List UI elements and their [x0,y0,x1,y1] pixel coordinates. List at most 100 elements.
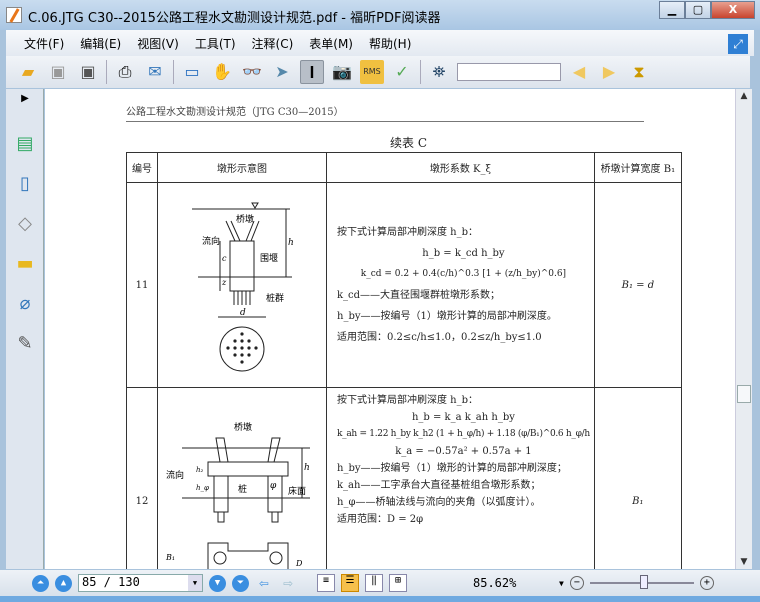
zoom-level[interactable]: 85.62% [473,576,553,590]
vertical-scrollbar[interactable]: ▲ ▼ [735,89,752,569]
zoom-slider-handle[interactable] [639,575,648,589]
zoom-out-icon[interactable]: − [569,576,584,590]
menu-file[interactable]: 文件(F) [24,35,64,52]
row-id: 11 [126,182,158,388]
signatures-icon[interactable]: ✎ [12,333,38,359]
facing-page-icon[interactable]: ‖ [365,574,383,592]
menu-tools[interactable]: 工具(T) [195,35,236,52]
pier-shape-table: 编号 墩形示意图 墩形系数 K_ξ 桥墩计算宽度 B₁ 11 桥墩 流向 围堰 … [126,152,682,569]
diagram-label: 桩 [238,483,247,495]
row-id: 12 [126,387,158,569]
forward-arrow-icon[interactable]: ⇨ [279,571,297,595]
sidebar-toggle-icon[interactable]: ▶ [12,93,38,119]
diagram-label: z [221,278,227,287]
col-header-coefficient: 墩形系数 K_ξ [326,152,595,183]
table-caption: 续表 C [390,136,427,150]
col-header-id: 编号 [126,152,158,183]
diagram-label: α [192,567,198,569]
continuous-facing-icon[interactable]: ⊞ [389,574,407,592]
zoom-in-icon[interactable]: + [699,576,714,590]
menu-form[interactable]: 表单(M) [309,35,353,52]
scroll-up-icon[interactable]: ▲ [736,91,752,101]
search-input[interactable] [457,63,561,81]
find-next-icon[interactable]: ▶ [597,60,621,84]
document-view[interactable]: 公路工程水文勘测设计规范（JTG C30—2015） 续表 C 编号 墩形示意图… [45,89,735,569]
page-number-input[interactable]: 85 / 130 ▼ [78,574,203,592]
back-arrow-icon[interactable]: ⇦ [255,571,273,595]
scroll-down-icon[interactable]: ▼ [736,557,752,567]
diagram-label: h₂ [196,466,204,474]
open-folder-icon[interactable]: ▰ [16,60,40,84]
hand-tool-icon[interactable]: ✋ [210,60,234,84]
menu-view[interactable]: 视图(V) [137,35,179,52]
minimize-button[interactable]: ▁ [659,1,685,19]
formula-line: k_ah = 1.22 h_by k_h2 (1 + h_φ/h) + 1.18… [337,429,590,439]
diagram-label: 围堰 [260,253,278,264]
i-cap-pile-diagram: 桥墩 流向 桩 床面 h h₂ h_φ φ B₁ D α [165,421,310,569]
diagram-label: 桥墩 [234,421,252,433]
select-arrow-icon[interactable]: ➤ [270,60,294,84]
find-binoculars-icon[interactable]: ⛯ [427,60,451,84]
previous-page-icon[interactable]: ▲ [55,574,72,592]
page-dropdown-icon[interactable]: ▼ [188,575,202,591]
coefficient-cell: 按下式计算局部冲刷深度 h_b： h_b = k_a k_ah h_by k_a… [326,387,595,569]
save-as-icon[interactable]: ▣ [76,60,100,84]
menu-edit[interactable]: 编辑(E) [80,35,121,52]
zoom-slider[interactable] [589,575,694,589]
running-head: 公路工程水文勘测设计规范（JTG C30—2015） [126,107,344,118]
zoom-dropdown-icon[interactable]: ▼ [559,579,564,588]
formula-line: 按下式计算局部冲刷深度 h_b： [337,395,479,406]
table-row: 12 桥墩 流向 桩 床面 h h₂ h_φ φ B₁ D α 按下式计算局部 [126,387,682,569]
sign-icon[interactable]: ✓ [390,60,414,84]
rms-lock-icon[interactable]: RMS [360,60,384,84]
find-previous-icon[interactable]: ◀ [567,60,591,84]
formula-line: 适用范围：D = 2φ [337,514,424,525]
save-icon[interactable]: ▣ [46,60,70,84]
diagram-label: h [288,238,294,248]
scroll-thumb[interactable] [737,385,751,403]
window-title: C.06.JTG C30--2015公路工程水文勘测设计规范.pdf - 福昕P… [28,11,441,26]
comments-icon[interactable]: ▬ [12,253,38,279]
menu-comment[interactable]: 注释(C) [252,35,294,52]
presentation-icon[interactable]: ▭ [180,60,204,84]
page-number-value: 85 / 130 [82,575,140,589]
pier-diagram: 桥墩 流向 围堰 桩群 h c z d [157,182,327,388]
formula-line: 适用范围：0.2≤c/h≤1.0，0.2≤z/h_by≤1.0 [337,332,542,343]
col-header-diagram: 墩形示意图 [157,152,327,183]
diagram-label: h [304,463,310,473]
fullscreen-icon[interactable]: ⤢ [728,34,748,54]
layers-icon[interactable]: ◇ [12,213,38,239]
status-strip [0,596,760,602]
formula-line: h_b = k_cd h_by [422,248,505,259]
formula-line: k_a = −0.57a² + 0.57a + 1 [395,446,532,457]
diagram-label: 流向 [202,235,220,247]
bookmarks-icon[interactable]: ▤ [12,133,38,159]
formula-line: h_by——按编号（1）墩形的计算的局部冲刷深度； [337,463,567,474]
diagram-label: 床面 [288,485,306,497]
toolbar: ▰ ▣ ▣ ⎙ ✉ ▭ ✋ 👓 ➤ 𝐈 📷 RMS ✓ ⛯ ◀ ▶ ⧗ [6,56,750,88]
menu-help[interactable]: 帮助(H) [369,35,411,52]
pages-icon[interactable]: ▯ [12,173,38,199]
restore-button[interactable]: ▢ [685,1,711,19]
formula-line: h_φ——桥轴法线与流向的夹角（以弧度计）。 [337,497,541,508]
find-options-icon[interactable]: ⧗ [627,60,651,84]
menu-bar: 文件(F) 编辑(E) 视图(V) 工具(T) 注释(C) 表单(M) 帮助(H… [6,30,754,56]
diagram-label: d [240,308,246,318]
magnifier-icon[interactable]: 👓 [240,60,264,84]
header-rule [126,121,644,122]
close-button[interactable]: X [711,1,755,19]
coefficient-cell: 按下式计算局部冲刷深度 h_b： h_b = k_cd h_by k_cd = … [326,182,595,388]
email-icon[interactable]: ✉ [143,60,167,84]
first-page-icon[interactable]: ⏶ [32,574,49,592]
snapshot-icon[interactable]: 📷 [330,60,354,84]
formula-line: k_ah——工字承台大直径基桩组合墩形系数； [337,480,541,491]
continuous-page-icon[interactable]: ☰ [341,574,359,592]
table-header-row: 编号 墩形示意图 墩形系数 K_ξ 桥墩计算宽度 B₁ [126,152,682,183]
print-icon[interactable]: ⎙ [113,60,137,84]
next-page-icon[interactable]: ▼ [209,574,226,592]
text-select-icon[interactable]: 𝐈 [300,60,324,84]
last-page-icon[interactable]: ⏷ [232,574,249,592]
single-page-icon[interactable]: ≡ [317,574,335,592]
app-icon [6,7,22,23]
attachments-icon[interactable]: ⌀ [12,293,38,319]
